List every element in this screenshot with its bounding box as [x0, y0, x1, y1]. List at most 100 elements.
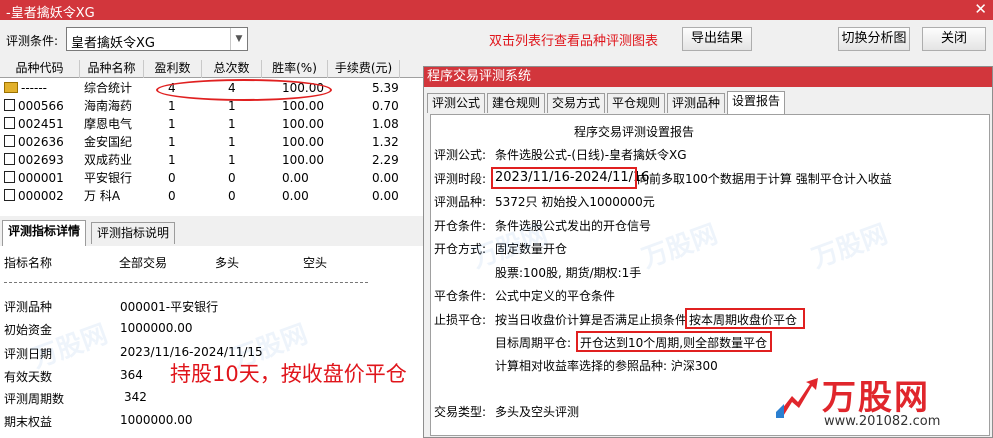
export-button[interactable]: 导出结果	[682, 27, 752, 51]
cell-text: 1.32	[372, 135, 399, 149]
brand-logo: 万股网 www.201082.com	[772, 370, 990, 436]
table-row[interactable]: 000001 平安银行 0 0 0.00 0.00	[0, 169, 425, 187]
cell-fee: 0.70	[372, 97, 399, 115]
cell-name: 海南海药	[84, 97, 132, 115]
cell-code: 002693	[4, 151, 64, 169]
col-total[interactable]: 总次数	[202, 60, 262, 78]
cell-text: 0	[168, 171, 176, 185]
checkbox-icon[interactable]	[4, 189, 15, 201]
cell-text: 1	[168, 135, 176, 149]
variety-label: 评测品种:	[434, 195, 487, 209]
cell-rate: 0.00	[282, 187, 309, 205]
chevron-down-icon[interactable]: ▼	[230, 28, 247, 50]
logo-arrow-icon	[776, 378, 818, 418]
condition-value: 皇者擒妖令XG	[71, 36, 155, 51]
checkbox-icon[interactable]	[4, 135, 15, 147]
open-mode-value: 固定数量开仓	[495, 242, 568, 256]
period-highlight-box	[491, 167, 637, 189]
tab-detail[interactable]: 评测指标详情	[2, 220, 87, 246]
benchmark-text: 计算相对收益率选择的参照品种: 沪深300	[495, 359, 718, 373]
table-row[interactable]: 002636 金安国纪 1 1 100.00 1.32	[0, 133, 425, 151]
col-win[interactable]: 盈利数	[144, 60, 202, 78]
cell-name: 金安国纪	[84, 133, 132, 151]
cell-text: 1	[228, 99, 236, 113]
cell-total: 1	[228, 115, 236, 133]
cell-text: 002451	[18, 117, 64, 131]
col-name[interactable]: 品种名称	[80, 60, 144, 78]
checkbox-icon[interactable]	[4, 117, 15, 129]
logo-name: 万股网	[822, 378, 930, 418]
cell-fee: 0.00	[372, 169, 399, 187]
cell-text: 摩恩电气	[84, 117, 133, 131]
cell-text: 000566	[18, 99, 64, 113]
trade-type-label: 交易类型:	[434, 405, 487, 419]
tab-trade-mode[interactable]: 交易方式	[547, 93, 606, 113]
close-cond-value: 公式中定义的平仓条件	[495, 289, 616, 303]
cell-text: 100.00	[282, 153, 324, 167]
cell-win: 1	[168, 151, 176, 169]
stop-highlight-box	[685, 308, 805, 329]
col-fee[interactable]: 手续费(元)	[328, 60, 400, 78]
detail-label: 有效天数	[4, 370, 53, 384]
cell-text: 002636	[18, 135, 64, 149]
tab-variety[interactable]: 评测品种	[667, 93, 726, 113]
detail-label: 初始资金	[4, 323, 53, 337]
stop-label: 止损平仓:	[434, 313, 487, 327]
cell-fee: 2.29	[372, 151, 399, 169]
target-label: 目标周期平仓:	[495, 336, 572, 350]
open-mode-label: 开仓方式:	[434, 242, 487, 256]
detail-label: 评测日期	[4, 347, 53, 361]
switch-chart-button[interactable]: 切换分析图	[838, 27, 910, 51]
cell-text: ------	[21, 81, 47, 95]
folder-icon	[4, 82, 18, 93]
cell-text: 100.00	[282, 135, 324, 149]
cell-total: 0	[228, 169, 236, 187]
condition-select[interactable]: 皇者擒妖令XG ▼	[66, 27, 248, 51]
cell-rate: 100.00	[282, 115, 324, 133]
tab-close-rule[interactable]: 平仓规则	[607, 93, 666, 113]
cell-text: 0.00	[282, 171, 309, 185]
period-label: 评测时段:	[434, 172, 487, 186]
close-cond-label: 平仓条件:	[434, 289, 487, 303]
checkbox-icon[interactable]	[4, 171, 15, 183]
col-code[interactable]: 品种代码	[0, 60, 80, 78]
close-button[interactable]: 关闭	[922, 27, 986, 51]
cell-win: 0	[168, 187, 176, 205]
table-row[interactable]: 000002 万 科A 0 0 0.00 0.00	[0, 187, 425, 205]
report-heading: 程序交易评测设置报告	[574, 125, 695, 139]
close-icon[interactable]: ✕	[974, 0, 987, 18]
cell-fee: 1.08	[372, 115, 399, 133]
cell-text: 平安银行	[84, 171, 133, 185]
tab-explain[interactable]: 评测指标说明	[91, 222, 176, 244]
cell-text: 0	[228, 171, 236, 185]
cell-text: 000001	[18, 171, 64, 185]
detail-value: 000001-平安银行	[120, 300, 219, 314]
table-row[interactable]: 002693 双成药业 1 1 100.00 2.29	[0, 151, 425, 169]
cell-text: 综合统计	[84, 81, 133, 95]
hint-text: 双击列表行查看品种评测图表	[489, 34, 659, 49]
cell-text: 2.29	[372, 153, 399, 167]
tab-open-rule[interactable]: 建仓规则	[487, 93, 546, 113]
table-row[interactable]: 002451 摩恩电气 1 1 100.00 1.08	[0, 115, 425, 133]
cell-rate: 100.00	[282, 133, 324, 151]
cell-text: 双成药业	[84, 153, 133, 167]
trade-type-value: 多头及空头评测	[495, 405, 580, 419]
cell-win: 0	[168, 169, 176, 187]
col-rate[interactable]: 胜率(%)	[262, 60, 328, 78]
checkbox-icon[interactable]	[4, 153, 15, 165]
detail-value: 364	[120, 368, 143, 382]
cell-text: 金安国纪	[84, 135, 133, 149]
cell-rate: 100.00	[282, 97, 324, 115]
tab-report[interactable]: 设置报告	[727, 91, 786, 114]
cell-text: 0.00	[372, 189, 399, 203]
cell-name: 万 科A	[84, 187, 120, 205]
detail-label: 期末权益	[4, 415, 53, 429]
cell-text: 1	[228, 135, 236, 149]
tab-formula[interactable]: 评测公式	[427, 93, 486, 113]
formula-label: 评测公式:	[434, 148, 487, 162]
cell-fee: 0.00	[372, 187, 399, 205]
cell-code: 000002	[4, 187, 64, 205]
cell-total: 0	[228, 187, 236, 205]
cell-name: 双成药业	[84, 151, 132, 169]
checkbox-icon[interactable]	[4, 99, 15, 111]
